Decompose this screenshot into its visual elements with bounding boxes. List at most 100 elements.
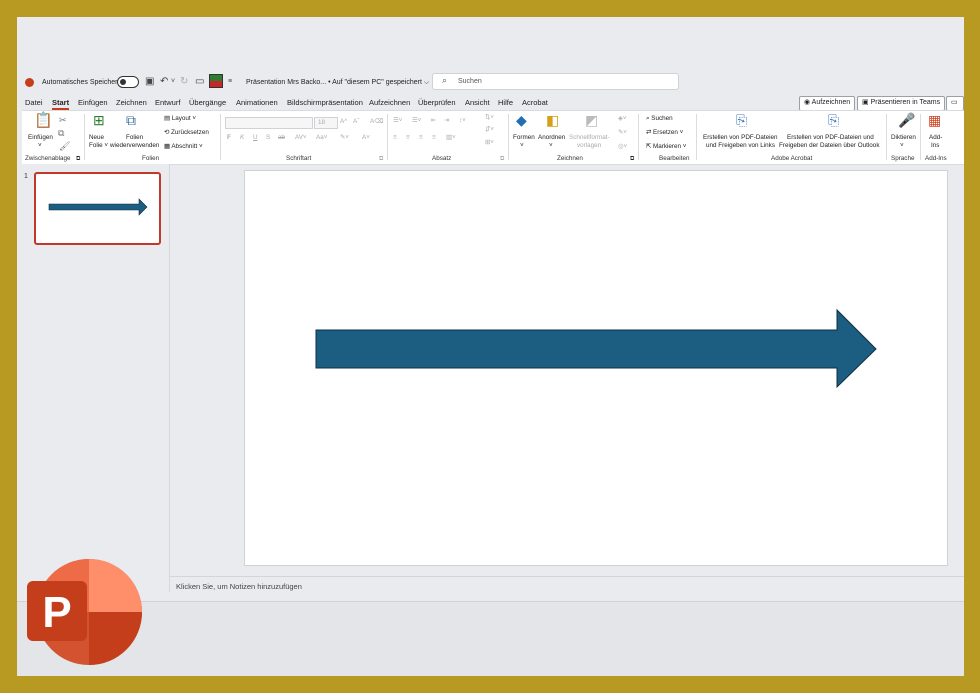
redo-icon[interactable]: ↻ xyxy=(180,76,188,87)
font-launcher-icon[interactable]: ⧉ xyxy=(379,155,383,163)
notes-pane[interactable]: Klicken Sie, um Notizen hinzuzufügen xyxy=(170,576,964,602)
align-left-icon[interactable]: ≡ xyxy=(393,134,397,142)
change-case-icon[interactable]: Aa˅ xyxy=(316,134,327,142)
create-pdf-outlook-label-1[interactable]: Erstellen von PDF-Dateien und xyxy=(787,134,874,142)
add-ins-icon[interactable]: ▦ xyxy=(928,113,941,127)
underline-icon[interactable]: U xyxy=(253,134,258,142)
tab-ansicht[interactable]: Ansicht xyxy=(465,98,490,107)
reuse-slides-label-1[interactable]: Folien xyxy=(126,134,143,142)
numbering-icon[interactable]: ☰˅ xyxy=(412,117,421,125)
add-ins-label-2[interactable]: Ins xyxy=(931,142,939,150)
paste-icon[interactable]: 📋 xyxy=(34,113,53,128)
increase-indent-icon[interactable]: ⇥ xyxy=(444,117,449,125)
comments-button[interactable]: ▭ xyxy=(946,96,964,111)
shape-fill-icon[interactable]: ◈˅ xyxy=(618,115,627,123)
tab-hilfe[interactable]: Hilfe xyxy=(498,98,513,107)
select-button[interactable]: ⇱ Markieren ˅ xyxy=(646,143,686,151)
drawing-launcher-icon[interactable]: ⧉ xyxy=(630,155,634,163)
slide-thumbnail[interactable] xyxy=(34,172,161,245)
tab-aufzeichnen[interactable]: Aufzeichnen xyxy=(369,98,410,107)
clear-format-icon[interactable]: A⌫ xyxy=(370,118,383,126)
bold-icon[interactable]: F xyxy=(227,134,231,142)
tab-ueberpruefen[interactable]: Überprüfen xyxy=(418,98,456,107)
tab-uebergaenge[interactable]: Übergänge xyxy=(189,98,226,107)
dictate-button[interactable]: Diktieren xyxy=(891,134,916,142)
panel-divider[interactable] xyxy=(169,164,170,592)
create-pdf-outlook-label-2[interactable]: Freigeben der Dateien über Outlook xyxy=(779,142,879,150)
arrange-dropdown-icon[interactable]: ˅ xyxy=(549,142,553,150)
add-ins-label-1[interactable]: Add- xyxy=(929,134,942,142)
align-right-icon[interactable]: ≡ xyxy=(419,134,423,142)
strikethrough-icon[interactable]: ab xyxy=(278,134,285,142)
tab-acrobat[interactable]: Acrobat xyxy=(522,98,548,107)
paste-button[interactable]: Einfügen xyxy=(28,134,53,142)
save-icon[interactable]: ▣ xyxy=(145,76,154,87)
new-slide-label-1[interactable]: Neue xyxy=(89,134,104,142)
find-button[interactable]: ⌕ Suchen xyxy=(646,115,673,123)
decrease-indent-icon[interactable]: ⇤ xyxy=(431,117,436,125)
quick-styles-icon[interactable]: ◩ xyxy=(585,113,598,127)
shape-outline-icon[interactable]: ✎˅ xyxy=(618,129,627,137)
slide-canvas[interactable] xyxy=(244,170,948,566)
new-slide-icon[interactable]: ⊞ xyxy=(93,113,105,127)
section-button[interactable]: ▦ Abschnitt ˅ xyxy=(164,143,203,151)
font-size-select[interactable]: 18 xyxy=(314,117,338,129)
customize-toolbar-icon[interactable]: ≡ xyxy=(228,78,232,85)
dictate-dropdown-icon[interactable]: ˅ xyxy=(900,142,904,150)
autosave-toggle[interactable] xyxy=(117,76,139,88)
tab-datei[interactable]: Datei xyxy=(25,98,43,107)
shadow-icon[interactable]: S xyxy=(266,134,270,142)
create-pdf-links-icon[interactable]: ⎘ xyxy=(736,113,747,127)
reuse-slides-label-2[interactable]: wiederverwenden xyxy=(110,142,159,150)
create-pdf-links-label-2[interactable]: und Freigeben von Links xyxy=(706,142,775,150)
tab-bildschirmpraesentation[interactable]: Bildschirmpräsentation xyxy=(287,98,363,107)
record-button[interactable]: ◉ Aufzeichnen xyxy=(799,96,856,111)
reset-button[interactable]: ⟲ Zurücksetzen xyxy=(164,129,209,137)
justify-icon[interactable]: ≡ xyxy=(432,134,436,142)
bullets-icon[interactable]: ☰˅ xyxy=(393,117,402,125)
shape-effects-icon[interactable]: ◎˅ xyxy=(618,143,627,151)
paste-dropdown-icon[interactable]: ˅ xyxy=(38,142,42,150)
reuse-slides-icon[interactable]: ⧉ xyxy=(126,113,136,127)
clipboard-launcher-icon[interactable]: ⧉ xyxy=(76,155,80,163)
present-in-teams-button[interactable]: ▣ Präsentieren in Teams xyxy=(857,96,946,111)
smartart-icon[interactable]: ⊞˅ xyxy=(485,139,494,147)
highlight-icon[interactable]: ✎˅ xyxy=(340,134,349,142)
increase-font-icon[interactable]: A^ xyxy=(340,118,347,126)
shape-color-icon[interactable] xyxy=(209,74,223,88)
font-name-select[interactable] xyxy=(225,117,313,129)
quick-styles-label-1[interactable]: Schnellformat- xyxy=(569,134,610,142)
shapes-icon[interactable]: ◆ xyxy=(516,113,527,127)
text-direction-icon[interactable]: ⇅˅ xyxy=(485,114,494,122)
create-pdf-outlook-icon[interactable]: ⎘ xyxy=(828,113,839,127)
format-painter-icon[interactable]: 🖌 xyxy=(59,140,70,152)
align-center-icon[interactable]: ≡ xyxy=(406,134,410,142)
tab-start[interactable]: Start xyxy=(52,98,70,110)
quick-styles-label-2[interactable]: vorlagen xyxy=(577,142,601,150)
tab-animationen[interactable]: Animationen xyxy=(236,98,278,107)
align-text-icon[interactable]: ⇵˅ xyxy=(485,126,494,134)
italic-icon[interactable]: K xyxy=(240,134,244,142)
undo-icon[interactable]: ↶ xyxy=(160,76,168,87)
arrange-icon[interactable]: ◧ xyxy=(546,113,559,127)
arrange-button[interactable]: Anordnen xyxy=(538,134,565,142)
paragraph-launcher-icon[interactable]: ⧉ xyxy=(500,155,504,163)
undo-dropdown-icon[interactable]: ˅ xyxy=(171,78,175,85)
tab-zeichnen[interactable]: Zeichnen xyxy=(116,98,147,107)
font-color-icon[interactable]: A˅ xyxy=(362,134,370,142)
document-title[interactable]: Präsentation Mrs Backo... • Auf "diesem … xyxy=(246,79,429,87)
line-spacing-icon[interactable]: ↕˅ xyxy=(459,117,466,125)
create-pdf-links-label-1[interactable]: Erstellen von PDF-Dateien xyxy=(703,134,778,142)
layout-button[interactable]: ▤ Layout ˅ xyxy=(164,115,196,123)
char-spacing-icon[interactable]: AV˅ xyxy=(295,134,307,142)
shapes-button[interactable]: Formen xyxy=(513,134,535,142)
right-arrow-shape[interactable] xyxy=(245,171,947,565)
search-box[interactable]: ⌕ Suchen xyxy=(432,73,679,90)
replace-button[interactable]: ⇄ Ersetzen ˅ xyxy=(646,129,683,137)
start-slideshow-icon[interactable]: ▭ xyxy=(195,76,204,87)
columns-icon[interactable]: ▥˅ xyxy=(446,134,456,142)
cut-icon[interactable]: ✂ xyxy=(59,114,67,126)
copy-icon[interactable]: ⧉ xyxy=(58,127,64,139)
tab-einfuegen[interactable]: Einfügen xyxy=(78,98,108,107)
decrease-font-icon[interactable]: Aˇ xyxy=(353,118,359,126)
